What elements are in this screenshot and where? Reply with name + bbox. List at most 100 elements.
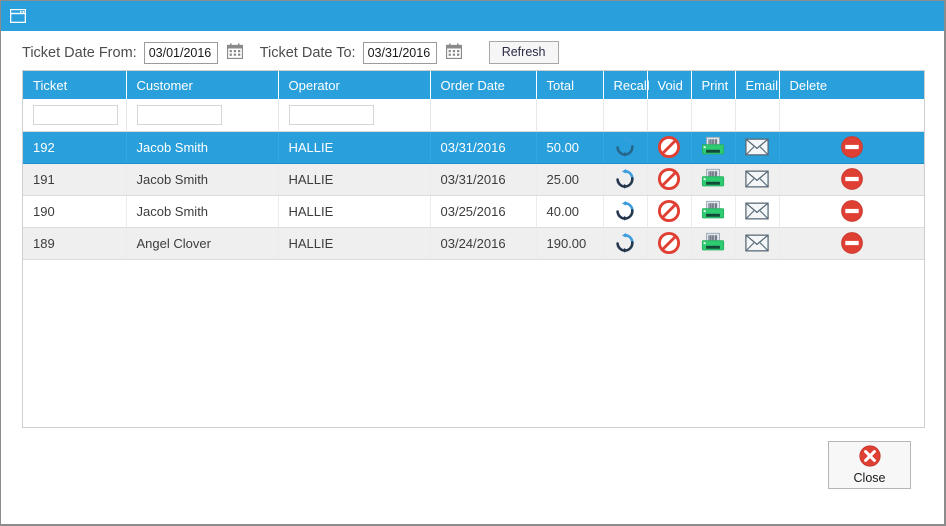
- calendar-icon: [445, 43, 462, 62]
- envelope-icon[interactable]: [745, 231, 769, 255]
- grid-filter-row: [23, 99, 924, 132]
- recall-cell: [603, 131, 648, 164]
- filter-input-ticket[interactable]: [33, 104, 118, 125]
- column-header-operator[interactable]: Operator: [278, 71, 431, 99]
- total-cell: 40.00: [536, 195, 604, 228]
- grid-header-row: Ticket Customer Operator Order Date Tota…: [23, 71, 924, 99]
- envelope-icon[interactable]: [745, 135, 769, 159]
- delete-no-entry-icon[interactable]: [840, 167, 864, 191]
- date-to-label: Ticket Date To:: [259, 44, 356, 61]
- delete-cell: [779, 195, 924, 228]
- order-date-cell: 03/31/2016: [430, 131, 537, 164]
- close-circle-x-icon: [858, 445, 881, 470]
- filter-input-operator[interactable]: [288, 104, 374, 125]
- print-cell: [691, 195, 736, 228]
- delete-no-entry-icon[interactable]: [840, 231, 864, 255]
- date-from-input[interactable]: [143, 41, 218, 64]
- ticket-cell: 191: [23, 163, 127, 196]
- operator-cell: HALLIE: [278, 195, 431, 228]
- column-header-recall[interactable]: Recall: [603, 71, 650, 99]
- print-cell: [691, 163, 736, 196]
- recall-cell: [603, 227, 648, 260]
- column-header-email[interactable]: Email: [735, 71, 780, 99]
- delete-cell: [779, 163, 924, 196]
- customer-cell: Jacob Smith: [126, 195, 279, 228]
- void-prohibited-icon[interactable]: [657, 199, 681, 223]
- printer-icon[interactable]: [701, 135, 725, 159]
- close-button-label: Close: [853, 471, 886, 485]
- filter-cell-print: [691, 99, 736, 132]
- void-prohibited-icon[interactable]: [657, 135, 681, 159]
- column-header-customer[interactable]: Customer: [126, 71, 279, 99]
- filter-cell-recall: [603, 99, 648, 132]
- filter-cell-ticket: [23, 99, 127, 132]
- email-cell: [735, 227, 780, 260]
- operator-cell: HALLIE: [278, 227, 431, 260]
- void-prohibited-icon[interactable]: [657, 231, 681, 255]
- table-row[interactable]: 191 Jacob Smith HALLIE 03/31/2016 25.00: [23, 163, 924, 196]
- column-header-delete[interactable]: Delete: [779, 71, 924, 99]
- printer-icon[interactable]: [701, 199, 725, 223]
- filter-cell-email: [735, 99, 780, 132]
- envelope-icon[interactable]: [745, 167, 769, 191]
- column-header-void[interactable]: Void: [647, 71, 692, 99]
- filter-cell-delete: [779, 99, 924, 132]
- refresh-button[interactable]: Refresh: [488, 41, 559, 64]
- delete-cell: [779, 227, 924, 260]
- window-form-icon: [10, 9, 26, 23]
- order-date-cell: 03/25/2016: [430, 195, 537, 228]
- void-cell: [647, 163, 692, 196]
- void-cell: [647, 195, 692, 228]
- void-prohibited-icon[interactable]: [657, 167, 681, 191]
- delete-no-entry-icon[interactable]: [840, 135, 864, 159]
- recall-cell: [603, 163, 648, 196]
- table-row[interactable]: 190 Jacob Smith HALLIE 03/25/2016 40.00: [23, 195, 924, 228]
- operator-cell: HALLIE: [278, 163, 431, 196]
- window-titlebar: [1, 1, 944, 31]
- recall-refresh-icon[interactable]: [613, 135, 637, 159]
- customer-cell: Jacob Smith: [126, 131, 279, 164]
- delete-cell: [779, 131, 924, 164]
- total-cell: 190.00: [536, 227, 604, 260]
- close-button[interactable]: Close: [828, 441, 911, 489]
- envelope-icon[interactable]: [745, 199, 769, 223]
- customer-cell: Jacob Smith: [126, 163, 279, 196]
- date-to-input[interactable]: [362, 41, 437, 64]
- order-date-cell: 03/24/2016: [430, 227, 537, 260]
- ticket-cell: 192: [23, 131, 127, 164]
- total-cell: 50.00: [536, 131, 604, 164]
- filter-cell-void: [647, 99, 692, 132]
- recall-refresh-icon[interactable]: [613, 231, 637, 255]
- filter-toolbar: Ticket Date From: Ticket Date To:: [1, 31, 944, 71]
- tickets-grid: Ticket Customer Operator Order Date Tota…: [22, 70, 925, 428]
- recall-refresh-icon[interactable]: [613, 167, 637, 191]
- calendar-icon: [226, 43, 243, 62]
- email-cell: [735, 163, 780, 196]
- date-to-calendar-button[interactable]: [443, 42, 465, 64]
- filter-cell-operator: [278, 99, 431, 132]
- delete-no-entry-icon[interactable]: [840, 199, 864, 223]
- ticket-list-window: Ticket Date From: Ticket Date To:: [0, 0, 946, 526]
- printer-icon[interactable]: [701, 231, 725, 255]
- column-header-print[interactable]: Print: [691, 71, 736, 99]
- email-cell: [735, 195, 780, 228]
- recall-refresh-icon[interactable]: [613, 199, 637, 223]
- filter-cell-order-date: [430, 99, 537, 132]
- ticket-cell: 190: [23, 195, 127, 228]
- void-cell: [647, 227, 692, 260]
- table-row[interactable]: 192 Jacob Smith HALLIE 03/31/2016 50.00: [23, 131, 924, 164]
- column-header-ticket[interactable]: Ticket: [23, 71, 127, 99]
- column-header-order-date[interactable]: Order Date: [430, 71, 537, 99]
- table-row[interactable]: 189 Angel Clover HALLIE 03/24/2016 190.00: [23, 227, 924, 260]
- printer-icon[interactable]: [701, 167, 725, 191]
- column-header-total[interactable]: Total: [536, 71, 604, 99]
- grid-body: 192 Jacob Smith HALLIE 03/31/2016 50.00 191 J…: [23, 131, 924, 260]
- email-cell: [735, 131, 780, 164]
- ticket-cell: 189: [23, 227, 127, 260]
- print-cell: [691, 227, 736, 260]
- recall-cell: [603, 195, 648, 228]
- date-from-calendar-button[interactable]: [224, 42, 246, 64]
- filter-cell-customer: [126, 99, 279, 132]
- filter-cell-total: [536, 99, 604, 132]
- filter-input-customer[interactable]: [136, 104, 222, 125]
